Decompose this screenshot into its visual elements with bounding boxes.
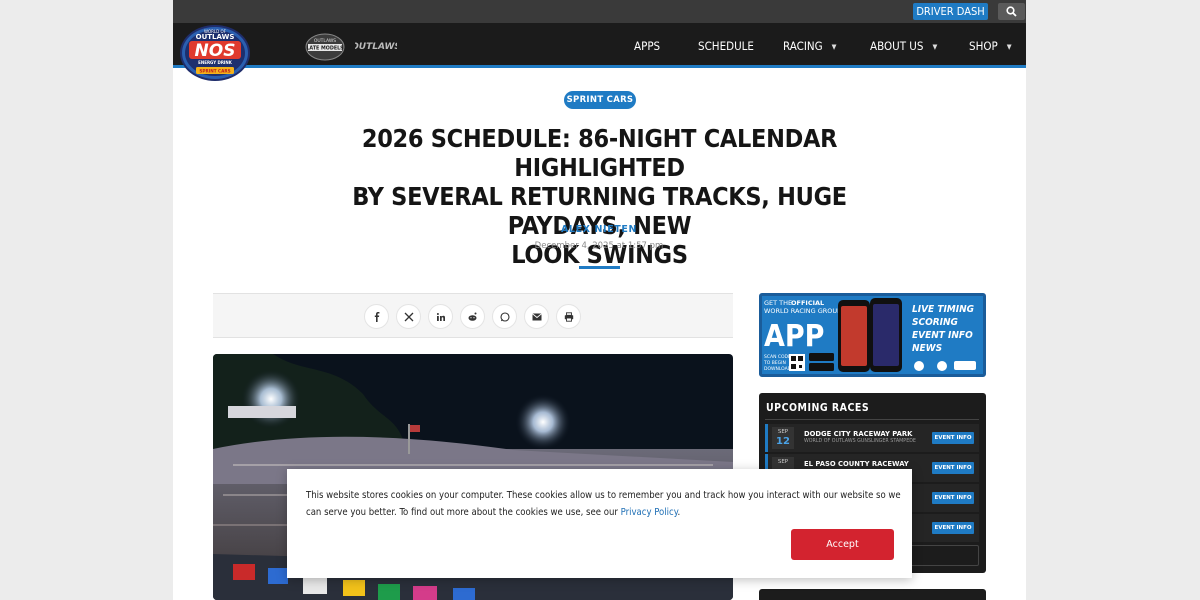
world-of-outlaws-logo[interactable]: WORLD OF OUTLAWS NOS ENERGY DRINK SPRINT… [179,24,251,82]
upcoming-races-title: UPCOMING RACES [766,402,870,414]
chevron-down-icon: ▼ [831,42,837,51]
author-link[interactable]: ALEX NIETEN [499,224,699,235]
reddit-icon [468,312,477,321]
nav-item-racing[interactable]: RACING ▼ [783,23,836,68]
header-divider [579,266,620,269]
share-linkedin-button[interactable] [428,304,453,329]
headline-line-1: 2026 SCHEDULE: 86-NIGHT CALENDAR HIGHLIG… [361,124,838,182]
cookie-consent-banner: This website stores cookies on your comp… [287,469,912,578]
race-track-name: DODGE CITY RACEWAY PARK [804,430,913,438]
nav-shop-label: SHOP [969,39,998,53]
app-ad-scan-2: TO BEGIN [763,360,786,366]
logo-nos-text: NOS [195,41,236,61]
late-models-logo[interactable]: OUTLAWS LATE MODELS [305,33,345,61]
feature-event-info: EVENT INFO [912,330,973,341]
nav-item-shop[interactable]: SHOP ▼ [969,23,1012,68]
share-facebook-button[interactable] [364,304,389,329]
app-download-ad[interactable]: GET THE OFFICIAL WORLD RACING GROUP APP … [759,293,986,377]
chevron-down-icon: ▼ [1006,42,1012,51]
whatsapp-icon [499,311,510,322]
race-day: 12 [776,436,790,447]
privacy-policy-link[interactable]: Privacy Policy [621,507,678,518]
outlaws-logo-text: OUTLAWS [355,42,397,52]
app-ad-scan-3: DOWNLOAD [764,366,792,372]
race-track-name: EL PASO COUNTY RACEWAY [804,460,909,468]
feature-news: NEWS [912,343,942,354]
nav-schedule-label: SCHEDULE [698,39,754,53]
app-ad-graphic: GET THE OFFICIAL WORLD RACING GROUP APP … [763,298,976,372]
event-info-button[interactable]: EVENT INFO [932,462,974,474]
related-news-widget [759,589,986,600]
category-badge[interactable]: SPRINT CARS [564,91,636,109]
share-reddit-button[interactable] [460,304,485,329]
nav-racing-label: RACING [783,39,823,53]
race-series-name: WORLD OF OUTLAWS GUNSLINGER STAMPEDE [804,439,916,444]
nav-item-about-us[interactable]: ABOUT US ▼ [870,23,937,68]
search-button[interactable] [998,3,1025,20]
driver-dash-button[interactable]: DRIVER DASH [913,3,988,20]
cookie-text: This website stores cookies on your comp… [306,490,901,518]
app-ad-get-the: GET THE [764,299,792,307]
cookie-text-end: . [677,506,681,518]
app-ad-app: APP [764,319,824,354]
email-icon [531,312,542,320]
feature-live-timing: LIVE TIMING [912,304,974,315]
top-utility-bar [173,0,1026,23]
race-row[interactable]: SEP 12 DODGE CITY RACEWAY PARK WORLD OF … [765,424,979,452]
chevron-down-icon: ▼ [932,42,938,51]
linkedin-icon [436,312,445,321]
race-date: SEP 12 [772,427,794,449]
sponsor-logo-2 [937,361,947,371]
app-ad-official: OFFICIAL [791,299,824,307]
sponsor-logo-3 [954,361,976,370]
event-info-button[interactable]: EVENT INFO [932,522,974,534]
share-whatsapp-button[interactable] [492,304,517,329]
print-button[interactable] [556,304,581,329]
nav-item-apps[interactable]: APPS [634,23,660,68]
app-store-badge [809,353,834,361]
feature-scoring: SCORING [912,317,958,328]
event-info-button[interactable]: EVENT INFO [932,492,974,504]
logo-sprint-cars-text: SPRINT CARS [199,69,230,74]
event-info-button[interactable]: EVENT INFO [932,432,974,444]
sponsor-logo-1 [914,361,924,371]
google-play-badge [809,363,834,371]
upcoming-divider [765,419,979,420]
app-ad-scan-1: SCAN CODE [764,354,791,360]
share-email-button[interactable] [524,304,549,329]
lm-outlaws-text: OUTLAWS [314,38,336,44]
lm-late-models-text: LATE MODELS [306,46,344,52]
x-icon [404,312,413,321]
nav-about-label: ABOUT US [870,39,924,53]
cookie-message: This website stores cookies on your comp… [306,488,906,521]
race-month: SEP [777,429,789,435]
publish-date: December 4, 2025 at 1:57 pm [534,241,664,251]
logo-outlaws-text: OUTLAWS [196,33,235,41]
nav-apps-label: APPS [634,39,661,53]
facebook-icon [374,311,379,322]
logo-energy-drink-text: ENERGY DRINK [198,60,233,65]
share-x-button[interactable] [396,304,421,329]
nav-item-schedule[interactable]: SCHEDULE [698,23,754,68]
app-ad-group: WORLD RACING GROUP [764,307,841,315]
accept-cookies-button[interactable]: Accept [791,529,894,560]
outlaws-logo[interactable]: OUTLAWS [355,37,397,55]
print-icon [564,311,573,322]
race-month: SEP [777,459,789,465]
search-icon [1006,6,1017,17]
share-bar [213,293,733,338]
